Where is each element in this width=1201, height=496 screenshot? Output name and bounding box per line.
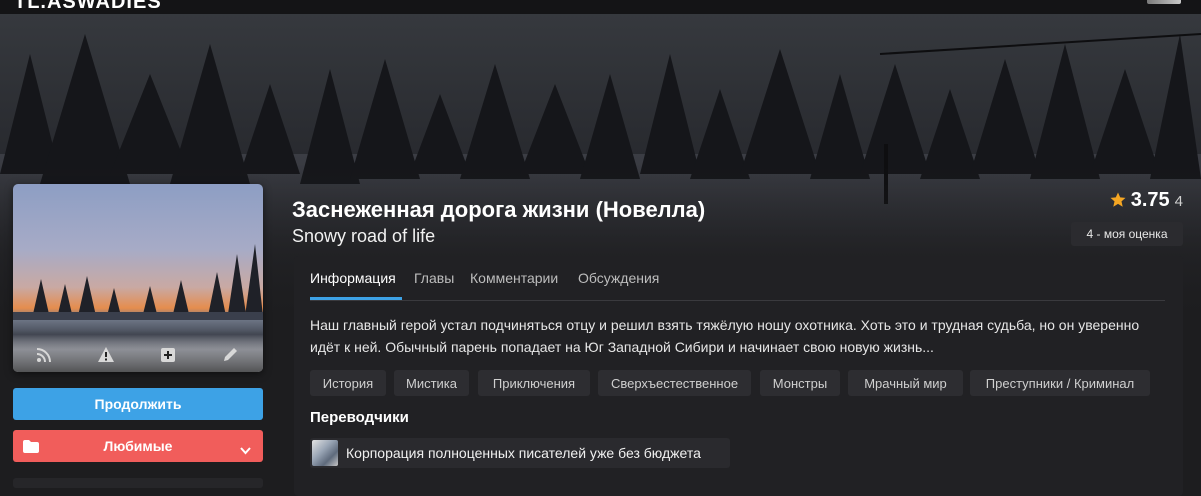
favorites-label: Любимые bbox=[103, 438, 173, 454]
tab-comments[interactable]: Комментарии bbox=[470, 270, 558, 286]
chevron-down-icon bbox=[240, 442, 251, 458]
tag-supernatural[interactable]: Сверхъестественное bbox=[598, 370, 751, 396]
tabs: Информация Главы Комментарии Обсуждения bbox=[310, 256, 1165, 301]
translators-heading: Переводчики bbox=[310, 409, 409, 426]
original-title: Snowy road of life bbox=[292, 226, 436, 246]
favorites-dropdown-button[interactable]: Любимые bbox=[13, 430, 263, 462]
user-avatar[interactable] bbox=[1147, 0, 1181, 4]
tab-chapters[interactable]: Главы bbox=[414, 270, 454, 286]
folder-icon bbox=[23, 440, 39, 456]
rating-value: 3.75 bbox=[1130, 189, 1170, 211]
translator-name: Корпорация полноценных писателей уже без… bbox=[346, 445, 701, 461]
site-logo[interactable]: TL.ASWADIES bbox=[14, 0, 162, 14]
tag-dark-world[interactable]: Мрачный мир bbox=[848, 370, 963, 396]
next-left-item bbox=[13, 478, 263, 488]
tab-info[interactable]: Информация bbox=[310, 270, 396, 286]
tag-history[interactable]: История bbox=[310, 370, 386, 396]
report-icon[interactable] bbox=[97, 346, 115, 364]
tag-adventure[interactable]: Приключения bbox=[478, 370, 590, 396]
translator-item[interactable]: Корпорация полноценных писателей уже без… bbox=[310, 438, 730, 468]
rss-icon[interactable] bbox=[35, 346, 53, 364]
active-tab-indicator bbox=[310, 297, 402, 300]
description: Наш главный герой устал подчиняться отцу… bbox=[310, 317, 1140, 356]
my-rating-button[interactable]: 4 - моя оценка bbox=[1071, 222, 1183, 246]
rating-summary: 3.75 4 bbox=[1110, 189, 1183, 212]
edit-icon[interactable] bbox=[221, 346, 239, 364]
add-icon[interactable] bbox=[159, 346, 177, 364]
tag-crime[interactable]: Преступники / Криминал bbox=[970, 370, 1150, 396]
tab-discussions[interactable]: Обсуждения bbox=[578, 270, 659, 286]
book-cover[interactable] bbox=[13, 184, 263, 372]
tag-mystic[interactable]: Мистика bbox=[394, 370, 469, 396]
rating-count: 4 bbox=[1174, 193, 1183, 210]
top-bar: TL.ASWADIES bbox=[0, 0, 1201, 14]
translator-avatar bbox=[312, 440, 338, 466]
cover-actions bbox=[13, 330, 263, 372]
page-title: Заснеженная дорога жизни (Новелла) bbox=[292, 197, 706, 222]
star-icon bbox=[1110, 192, 1126, 213]
continue-reading-button[interactable]: Продолжить bbox=[13, 388, 263, 420]
book-info-panel: Информация Главы Комментарии Обсуждения … bbox=[294, 256, 1183, 496]
tag-monsters[interactable]: Монстры bbox=[760, 370, 840, 396]
